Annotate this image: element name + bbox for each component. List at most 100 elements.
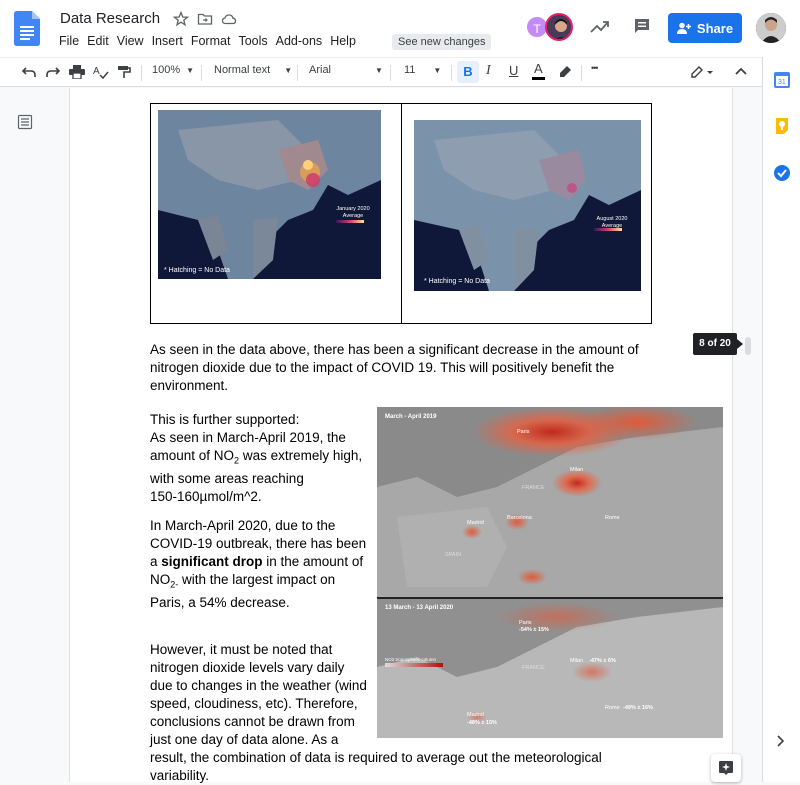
text-span: amount of NO	[150, 448, 235, 463]
map-period-2020: 13 March - 13 April 2020	[385, 605, 454, 611]
text-line: nitrogen dioxide levels vary daily	[150, 660, 345, 675]
menu-file[interactable]: File	[59, 34, 85, 48]
redo-icon[interactable]	[46, 66, 60, 78]
bold-text: significant drop	[161, 554, 263, 569]
see-new-changes-button[interactable]: See new changes	[392, 34, 492, 50]
map-hatching-note: * Hatching = No Data	[164, 267, 230, 274]
chevron-down-icon: ▼	[284, 66, 293, 75]
text-span: NO	[150, 572, 171, 587]
document-outline-icon[interactable]	[17, 114, 33, 130]
document-title[interactable]: Data Research	[60, 10, 160, 27]
menu-insert[interactable]: Insert	[152, 34, 189, 48]
country-label-france: FRANCE	[522, 485, 545, 491]
city-label-madrid: Madrid	[467, 520, 484, 526]
change-label-rome: -49% ± 16%	[623, 705, 653, 711]
paragraph-2019[interactable]: This is further supported: As seen in Ma…	[150, 411, 372, 506]
calendar-icon[interactable]: 31	[773, 71, 791, 89]
menu-format[interactable]: Format	[191, 34, 237, 48]
collaborator-avatar[interactable]	[545, 13, 573, 41]
docs-logo-icon[interactable]	[14, 11, 40, 46]
map-legend: NO2 tropospheric column	[385, 657, 437, 662]
zoom-select[interactable]: 100% ▼	[152, 64, 194, 76]
text-span: with the largest impact on	[178, 572, 336, 587]
asia-no2-map-january[interactable]: * Hatching = No Data January 2020 Averag…	[158, 110, 381, 279]
europe-no2-comparison-map[interactable]: March - April 2019 Paris Milan Madrid Ba…	[377, 407, 723, 738]
bold-button[interactable]: B	[457, 61, 479, 83]
svg-text:31: 31	[778, 79, 786, 86]
map-legend-title: August 2020 Average	[596, 216, 628, 229]
scrollbar-thumb[interactable]	[745, 337, 751, 355]
move-folder-icon[interactable]	[197, 11, 213, 27]
table-divider	[401, 104, 402, 323]
menu-tools[interactable]: Tools	[238, 34, 273, 48]
menu-view[interactable]: View	[117, 34, 150, 48]
menu-addons[interactable]: Add-ons	[276, 34, 329, 48]
city-label-paris: Paris	[519, 620, 532, 626]
chevron-down-icon: ▼	[186, 66, 195, 75]
text-line: As seen in March-April 2019, the	[150, 430, 346, 445]
account-photo	[756, 13, 786, 43]
paint-format-icon[interactable]	[117, 65, 131, 79]
explore-button[interactable]	[711, 754, 741, 782]
collaborator-photo	[547, 15, 571, 39]
paragraph-summary[interactable]: As seen in the data above, there has bee…	[150, 341, 640, 395]
cloud-status-icon[interactable]	[221, 11, 237, 27]
undo-icon[interactable]	[22, 66, 36, 78]
text-span: was extremely high,	[239, 448, 363, 463]
asia-no2-map-august[interactable]: * Hatching = No Data August 2020 Average	[414, 120, 641, 291]
title-icons	[173, 11, 237, 27]
menu-help[interactable]: Help	[330, 34, 362, 48]
toolbar-divider	[201, 65, 202, 81]
italic-button[interactable]: I	[486, 63, 491, 79]
city-label-rome: Rome	[605, 705, 620, 711]
top-bar: Data Research File Edit View Insert Form…	[0, 0, 800, 57]
text-line: 150-160µmol/m^2.	[150, 488, 262, 504]
zoom-value: 100%	[152, 64, 181, 76]
menu-edit[interactable]: Edit	[87, 34, 115, 48]
toolbar-divider	[297, 65, 298, 81]
city-label-madrid: Madrid	[467, 712, 484, 718]
font-family-select[interactable]: Arial ▼	[309, 64, 383, 76]
text-line: conclusions cannot be drawn from	[150, 714, 355, 729]
font-size-select[interactable]: 11 ▼	[404, 64, 441, 76]
tasks-icon[interactable]	[773, 164, 791, 182]
highlight-pen-icon[interactable]	[558, 65, 572, 79]
city-label-milan: Milan	[570, 467, 584, 473]
account-avatar[interactable]	[756, 13, 786, 43]
change-label-milan: -47% ± 6%	[589, 658, 616, 664]
map-period-2019: March - April 2019	[385, 414, 437, 420]
underline-button[interactable]: U	[509, 63, 518, 78]
star-icon[interactable]	[173, 11, 189, 27]
person-add-icon	[676, 22, 691, 34]
explore-sparkle-icon	[719, 761, 733, 775]
text-line: due to changes in the weather (wind	[150, 678, 367, 693]
text-line: a significant drop in the amount of	[150, 553, 372, 571]
city-label-paris: Paris	[517, 429, 530, 435]
comment-history-icon[interactable]	[633, 17, 651, 35]
editing-mode-pencil-icon[interactable]	[690, 65, 714, 79]
expand-panel-icon[interactable]	[776, 735, 784, 747]
print-icon[interactable]	[69, 65, 85, 79]
country-label-france: FRANCE	[522, 665, 545, 671]
style-value: Normal text	[214, 64, 271, 76]
activity-trend-icon[interactable]	[589, 18, 611, 36]
text-line: This is further supported:	[150, 412, 300, 427]
page-number-badge: 8 of 20	[693, 333, 743, 355]
share-button[interactable]: Share	[668, 13, 742, 43]
city-label-rome: Rome	[605, 515, 620, 521]
spell-check-icon[interactable]: A	[93, 65, 109, 79]
map-legend-title: January 2020 Average	[336, 206, 370, 219]
map-august-graphic	[414, 120, 641, 291]
paragraph-2020[interactable]: In March-April 2020, due to the COVID-19…	[150, 517, 372, 612]
paragraph-style-select[interactable]: Normal text ▼	[214, 64, 292, 76]
change-label-paris: -54% ± 15%	[519, 627, 549, 633]
side-panel: 31	[762, 57, 800, 782]
more-options-button[interactable]: •••	[591, 63, 599, 73]
keep-icon[interactable]	[773, 117, 791, 135]
size-value: 11	[404, 64, 416, 76]
format-toolbar: A 100% ▼ Normal text ▼ Arial ▼ 11 ▼ B I U A …	[0, 57, 762, 87]
text-color-button[interactable]: A	[532, 61, 545, 80]
chevron-down-icon: ▼	[375, 66, 383, 75]
collapse-toolbar-icon[interactable]	[735, 67, 747, 75]
paragraph-caveat[interactable]: However, it must be noted that nitrogen …	[150, 641, 602, 785]
